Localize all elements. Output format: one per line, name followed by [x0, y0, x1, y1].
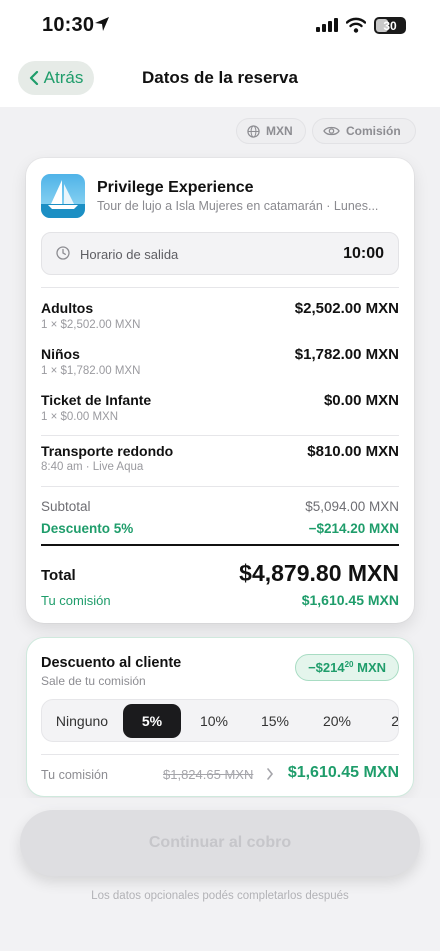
subtotal-amount: $5,094.00 MXN — [305, 499, 399, 514]
commission-new-amount: $1,610.45 MXN — [287, 764, 399, 781]
experience-title: Privilege Experience — [97, 179, 254, 196]
experience-thumbnail — [41, 174, 85, 218]
nav-bar: Atrás Datos de la reserva — [0, 52, 440, 107]
currency-chip-label: MXN — [266, 124, 293, 138]
discount-amount: −$214.20 MXN — [308, 521, 399, 536]
subtotal-label: Subtotal — [41, 499, 91, 514]
discount-option-10[interactable]: 10% — [185, 704, 243, 738]
battery-level: 30 — [383, 18, 397, 33]
eye-icon — [323, 126, 340, 136]
divider — [41, 287, 399, 288]
discount-segmented-control: Ninguno 5% 10% 15% 20% 25 — [41, 699, 399, 742]
wifi-icon — [345, 17, 367, 38]
line-item-amount: $1,782.00 MXN — [294, 346, 399, 363]
commission-chip[interactable]: Comisión — [312, 118, 416, 144]
commission-label: Tu comisión — [41, 593, 111, 608]
total-amount: $4,879.80 MXN — [239, 560, 399, 586]
chevron-right-icon — [267, 768, 274, 780]
currency-chip[interactable]: MXN — [236, 118, 306, 144]
line-item-name: Ticket de Infante — [41, 392, 152, 408]
departure-time: 10:00 — [343, 245, 384, 262]
departure-time-row[interactable]: Horario de salida 10:00 — [41, 232, 399, 275]
battery-icon: 30 — [374, 17, 406, 34]
discount-badge-currency: MXN — [353, 660, 386, 675]
line-item-amount: $0.00 MXN — [323, 392, 399, 409]
discount-option-15[interactable]: 15% — [246, 704, 304, 738]
commission-old-amount: $1,824.65 MXN — [163, 767, 254, 782]
line-item-amount: $2,502.00 MXN — [294, 300, 399, 317]
discount-label: Descuento 5% — [41, 521, 134, 536]
total-divider — [41, 544, 399, 546]
discount-option-none[interactable]: Ninguno — [46, 704, 118, 738]
signal-icon — [316, 18, 338, 37]
line-item-detail: 1 × $1,782.00 MXN — [41, 365, 141, 377]
continue-to-payment-button[interactable]: Continuar al cobro — [20, 810, 420, 876]
status-time: 10:30 — [42, 14, 95, 36]
discount-option-5[interactable]: 5% — [123, 704, 181, 738]
divider — [41, 435, 399, 436]
discount-title: Descuento al cliente — [41, 655, 182, 671]
clock-icon — [56, 246, 70, 260]
total-label: Total — [41, 567, 76, 584]
discount-badge: −$214 20 MXN — [295, 654, 399, 681]
experience-subtitle: Tour de lujo a Isla Mujeres en catamarán… — [97, 199, 379, 213]
departure-label: Horario de salida — [80, 247, 179, 262]
commission-amount: $1,610.45 MXN — [301, 592, 399, 608]
divider — [41, 754, 399, 755]
discount-option-20[interactable]: 20% — [308, 704, 366, 738]
commission-compare-label: Tu comisión — [41, 768, 108, 782]
globe-icon — [247, 124, 260, 138]
line-item-name: Niños — [41, 346, 80, 362]
client-discount-card: Descuento al cliente Sale de tu comisión… — [26, 637, 414, 797]
location-arrow-icon — [94, 16, 110, 37]
line-item-name: Adultos — [41, 300, 94, 316]
discount-badge-cents: 20 — [344, 660, 354, 669]
divider — [41, 486, 399, 487]
line-item-detail: 1 × $2,502.00 MXN — [41, 319, 141, 331]
status-bar: 10:30 30 — [0, 0, 440, 52]
footer-note: Los datos opcionales podés completarlos … — [91, 890, 349, 902]
commission-chip-label: Comisión — [346, 124, 401, 138]
booking-summary-card: Privilege Experience Tour de lujo a Isla… — [26, 158, 414, 623]
discount-subtitle: Sale de tu comisión — [41, 674, 146, 688]
line-item-name: Transporte redondo — [41, 443, 174, 459]
line-item-detail: 8:40 am · Live Aqua — [41, 461, 144, 473]
discount-badge-main: −$214 — [308, 660, 345, 675]
discount-option-25[interactable]: 25 — [370, 704, 398, 738]
page-title: Datos de la reserva — [142, 68, 298, 87]
line-item-detail: 1 × $0.00 MXN — [41, 411, 119, 423]
line-item-amount: $810.00 MXN — [307, 443, 399, 460]
